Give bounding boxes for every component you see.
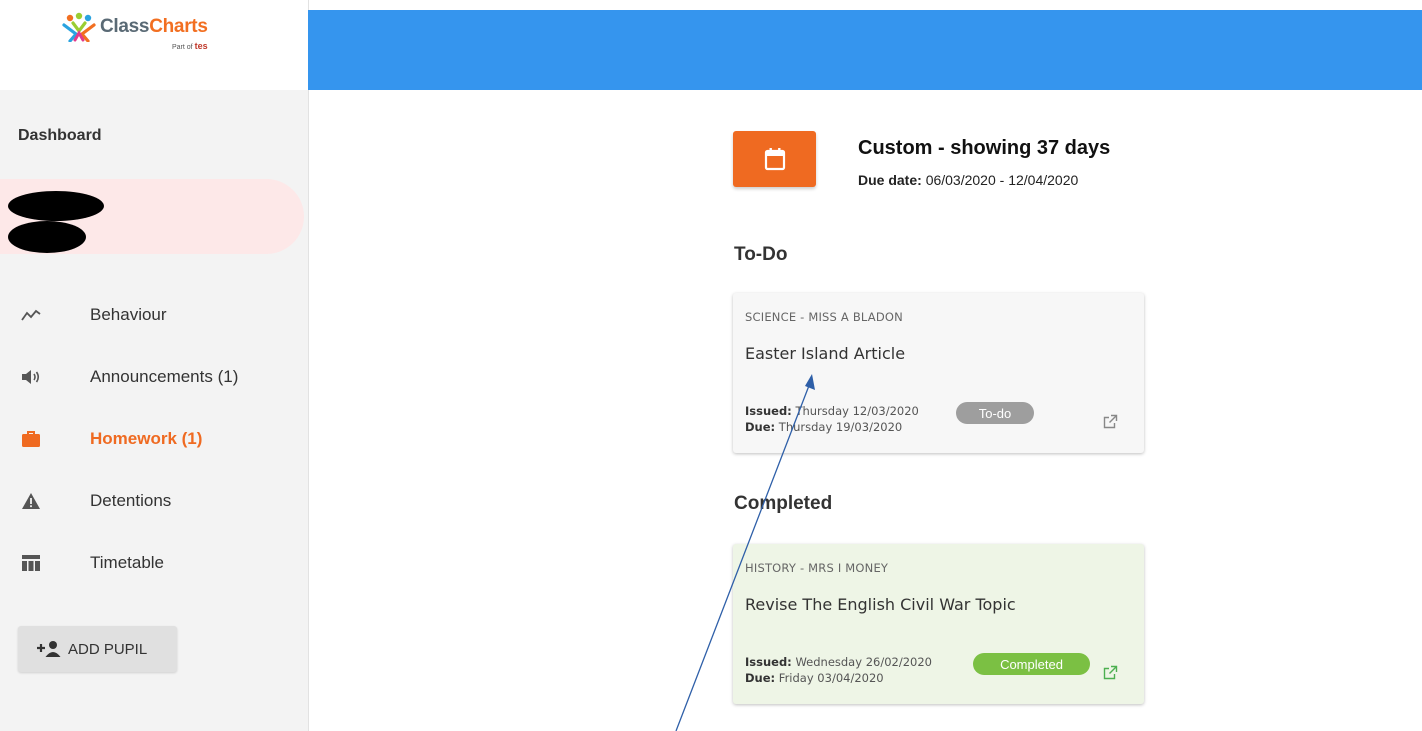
homework-title[interactable]: Revise The English Civil War Topic: [745, 595, 1016, 614]
sidebar-item-label: Announcements (1): [90, 367, 239, 386]
sidebar: ClassCharts Part of tes Dashboard Behavi…: [0, 0, 309, 731]
homework-card[interactable]: SCIENCE - MISS A BLADON Easter Island Ar…: [733, 293, 1144, 453]
logo-area: ClassCharts Part of tes: [0, 0, 308, 90]
todo-heading: To-Do: [734, 244, 788, 265]
sidebar-item-label: Detentions: [90, 491, 172, 510]
homework-card[interactable]: HISTORY - MRS I MONEY Revise The English…: [733, 544, 1144, 704]
status-badge: Completed: [973, 653, 1090, 675]
classcharts-logo[interactable]: ClassCharts: [62, 12, 208, 43]
warning-icon: [20, 490, 42, 512]
dashboard-title: Dashboard: [18, 127, 102, 144]
people-logo-icon: [62, 12, 96, 43]
sidebar-item-label: Homework (1): [90, 429, 203, 448]
date-range-button[interactable]: [733, 131, 816, 187]
completed-heading: Completed: [734, 493, 833, 514]
open-external-icon[interactable]: [1103, 414, 1118, 429]
sidebar-item-timetable[interactable]: Timetable: [0, 543, 308, 583]
calendar-icon: [764, 147, 786, 171]
briefcase-icon: [20, 428, 42, 450]
sidebar-item-behaviour[interactable]: Behaviour: [0, 295, 308, 335]
sidebar-item-announcements[interactable]: Announcements (1): [0, 357, 308, 397]
homework-title[interactable]: Easter Island Article: [745, 344, 905, 363]
sidebar-item-detentions[interactable]: Detentions: [0, 481, 308, 521]
table-icon: [20, 552, 42, 574]
logo-wordmark: ClassCharts: [100, 16, 208, 37]
add-pupil-label: ADD PUPIL: [68, 640, 148, 658]
homework-subject: HISTORY - MRS I MONEY: [745, 561, 889, 575]
redacted-name-mark: [8, 191, 104, 221]
homework-subject: SCIENCE - MISS A BLADON: [745, 310, 903, 324]
status-badge: To-do: [956, 402, 1034, 424]
logo-tagline: Part of tes: [172, 41, 208, 51]
sidebar-item-label: Timetable: [90, 553, 165, 572]
sidebar-item-homework[interactable]: Homework (1): [0, 419, 308, 459]
homework-dates: Issued: Thursday 12/03/2020 Due: Thursda…: [745, 404, 919, 434]
sidebar-item-label: Behaviour: [90, 305, 167, 324]
redacted-name-mark: [8, 221, 86, 253]
due-date-range: Due date: 06/03/2020 - 12/04/2020: [858, 172, 1079, 188]
add-pupil-button[interactable]: ADD PUPIL: [18, 626, 177, 672]
top-app-bar: [308, 10, 1422, 90]
date-range-title: Custom - showing 37 days: [858, 137, 1111, 159]
add-person-icon: [36, 640, 62, 658]
trend-line-icon: [20, 304, 42, 326]
homework-dates: Issued: Wednesday 26/02/2020 Due: Friday…: [745, 655, 932, 685]
open-external-icon[interactable]: [1103, 665, 1118, 680]
speaker-icon: [20, 366, 42, 388]
